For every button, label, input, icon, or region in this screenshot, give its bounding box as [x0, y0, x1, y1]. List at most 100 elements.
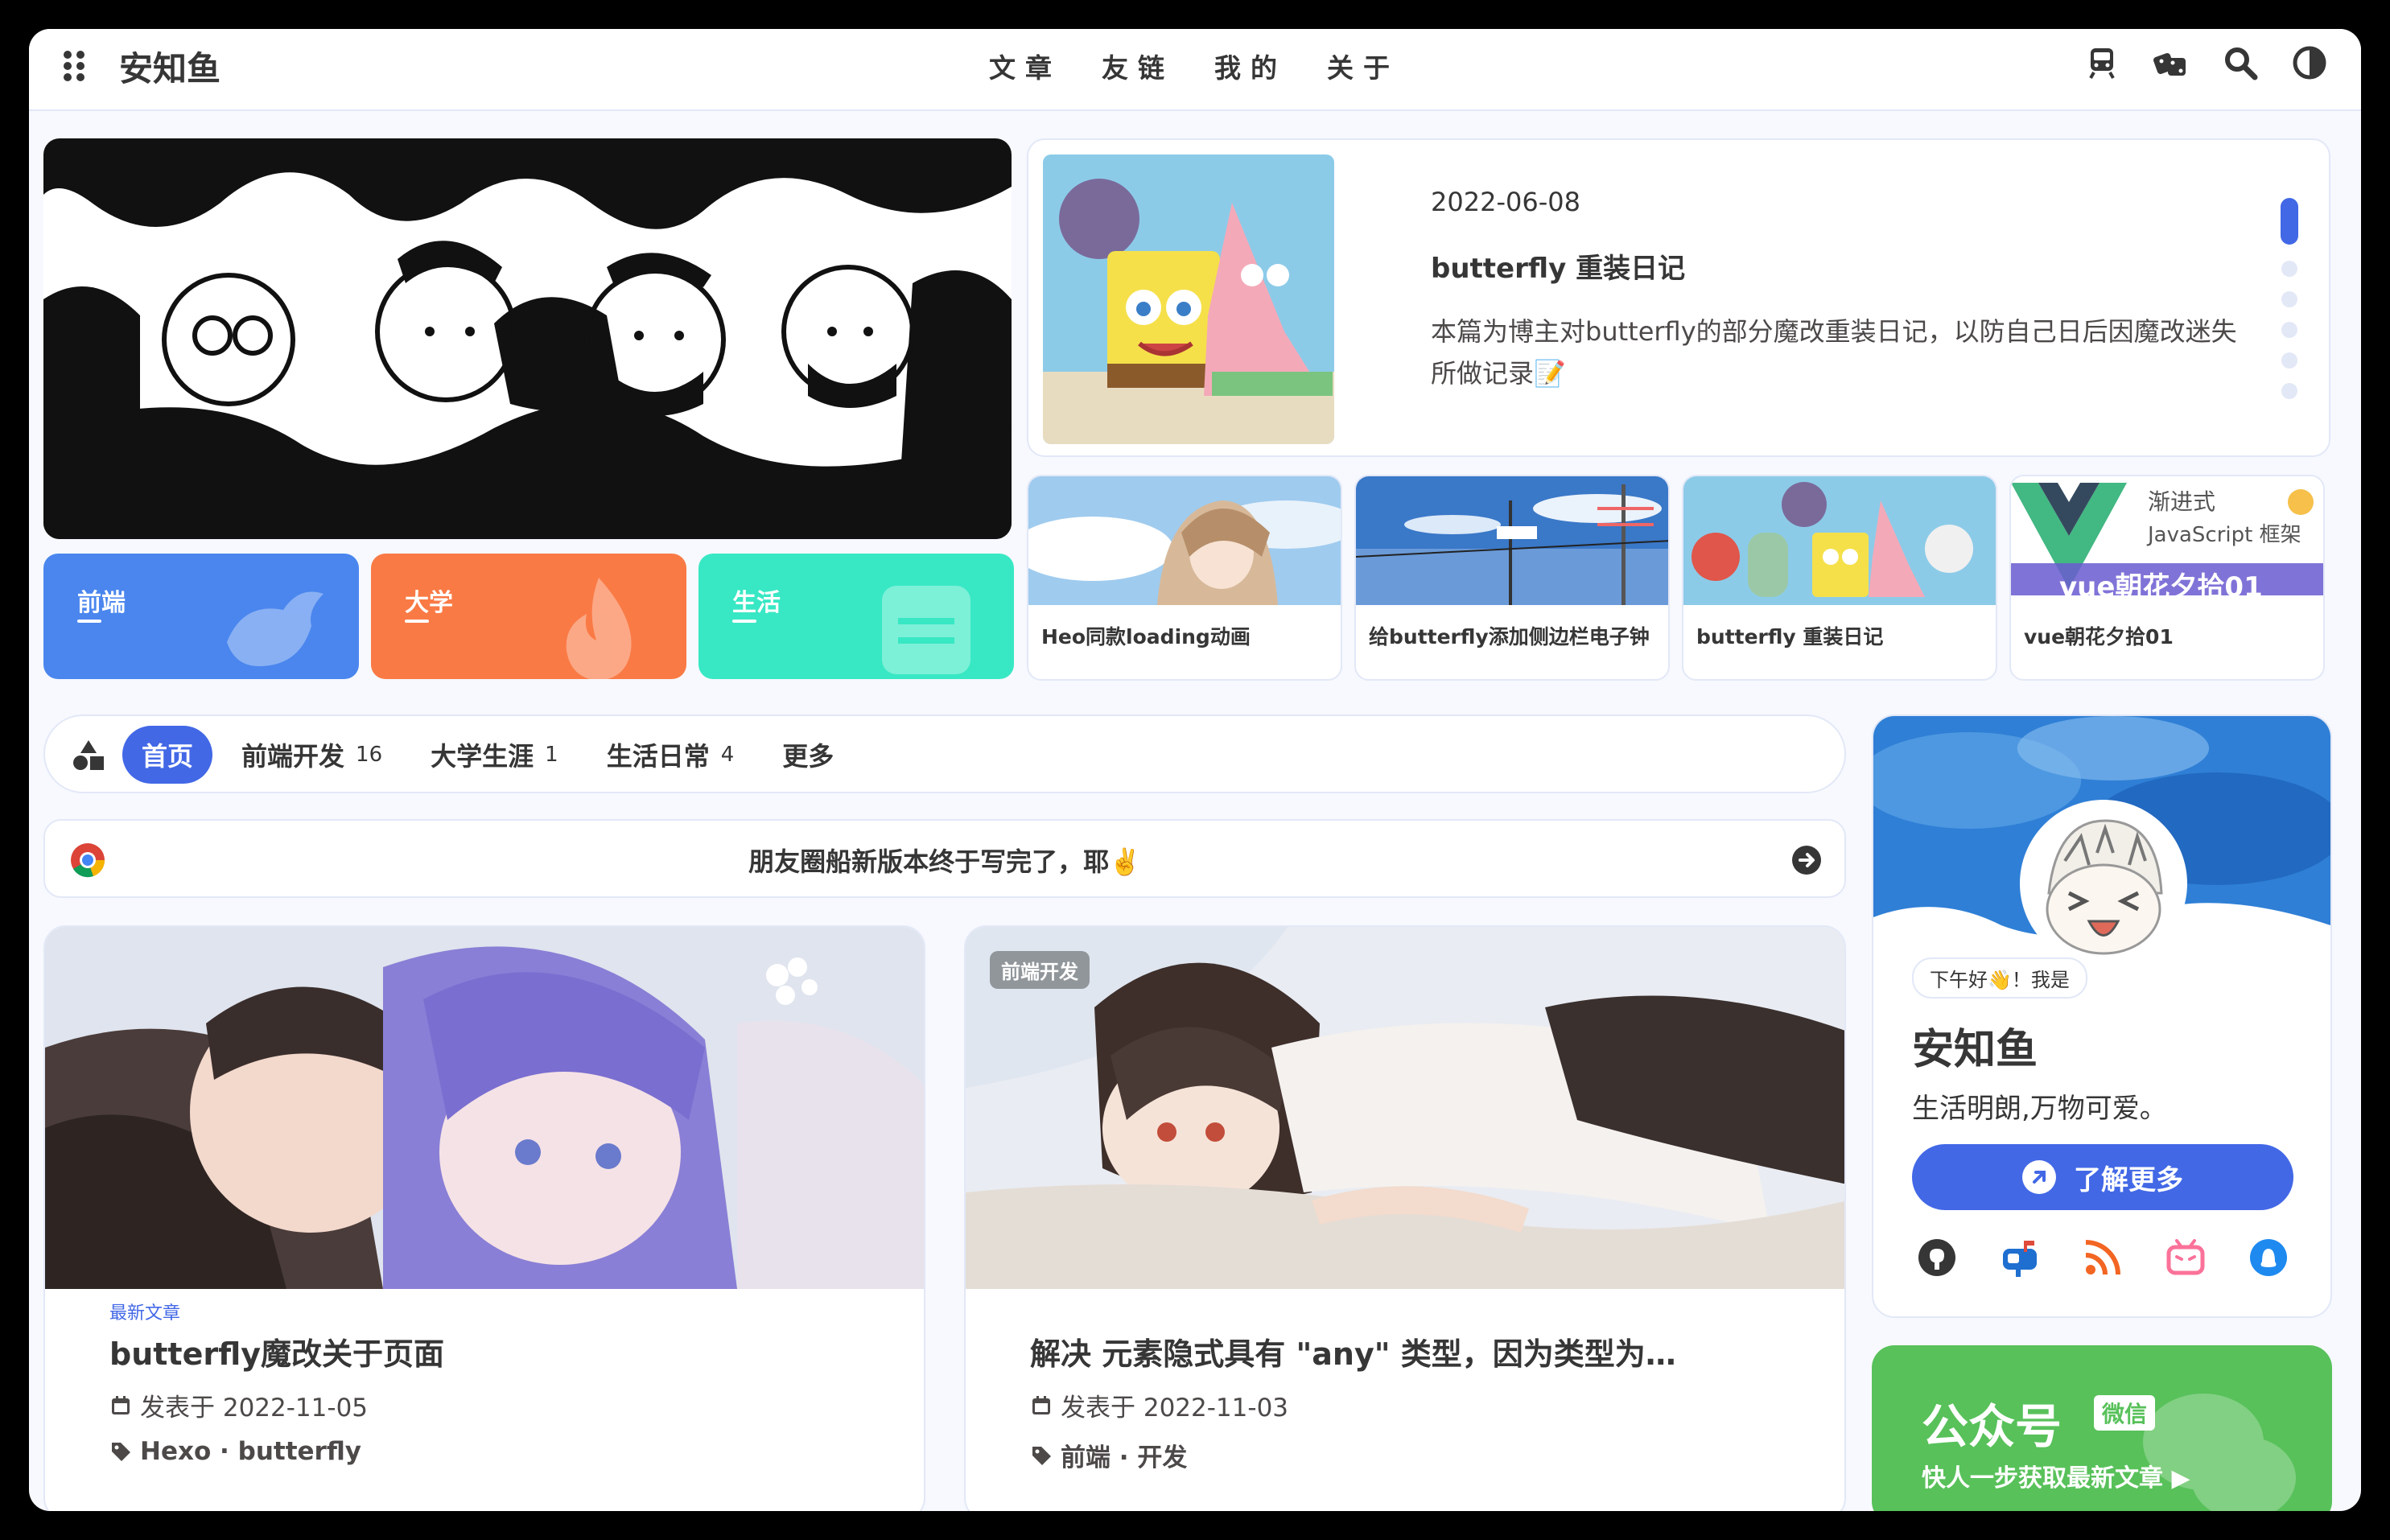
post-label-latest: 最新文章 — [109, 1303, 181, 1324]
recent-post-cover — [1028, 476, 1341, 605]
post-cover[interactable] — [45, 927, 924, 1289]
category-button-life[interactable]: 生活 — [698, 554, 1014, 679]
label-underline — [405, 620, 429, 623]
vue-cover-text-1: 渐进式 — [2148, 488, 2216, 515]
post-title[interactable]: 解决 元素隐式具有 "any" 类型，因为类型为… — [1030, 1329, 1786, 1373]
post-date: 发表于 2022-11-03 — [1030, 1387, 1288, 1423]
qq-icon[interactable] — [2248, 1237, 2289, 1278]
announcement-bar[interactable]: 朋友圈船新版本终于写完了，耶✌️ — [43, 819, 1846, 898]
nav-links: 文章 友链 我的 关于 — [989, 47, 1399, 85]
search-icon[interactable] — [2223, 45, 2258, 80]
nav-link-friends[interactable]: 友链 — [1102, 47, 1174, 85]
bird-icon — [227, 591, 323, 666]
carousel-dot[interactable] — [2281, 322, 2297, 338]
recent-post-title: Heo同款loading动画 — [1041, 625, 1251, 649]
shapes-icon[interactable] — [72, 740, 105, 771]
tab-count: 1 — [545, 743, 558, 767]
dice-icon[interactable] — [2153, 45, 2189, 80]
tab-university[interactable]: 大学生涯 1 — [411, 726, 578, 784]
avatar[interactable] — [2020, 800, 2187, 967]
announcement-text: 朋友圈船新版本终于写完了，耶✌️ — [748, 846, 1141, 877]
nav-link-about[interactable]: 关于 — [1327, 47, 1399, 85]
theme-toggle-icon[interactable] — [2292, 45, 2327, 80]
tab-label: 首页 — [142, 741, 194, 772]
category-button-label: 大学 — [405, 589, 453, 617]
featured-title[interactable]: butterfly 重装日记 — [1431, 246, 1685, 286]
tab-label: 更多 — [782, 741, 834, 772]
site-name[interactable]: 安知鱼 — [119, 42, 220, 91]
category-tabs: 首页 前端开发 16 大学生涯 1 生活日常 4 更多 — [122, 726, 853, 784]
recent-post-title: 给butterfly添加侧边栏电子钟 — [1369, 625, 1650, 649]
tab-label: 生活日常 — [606, 741, 710, 772]
greeting-pill: 下午好👋！我是 — [1912, 957, 2087, 999]
recent-post-card[interactable]: butterfly 重装日记 — [1682, 475, 1997, 681]
recent-post-card[interactable]: Heo同款loading动画 — [1027, 475, 1342, 681]
carousel-pagination — [2281, 198, 2298, 414]
post-cover[interactable]: 前端开发 — [966, 927, 1844, 1289]
nav-link-articles[interactable]: 文章 — [989, 47, 1061, 85]
browser-window: 安知鱼 文章 友链 我的 关于 前端 大学 生活 2022-06-08 butt… — [29, 29, 2361, 1511]
tab-daily-life[interactable]: 生活日常 4 — [587, 726, 754, 784]
label-underline — [77, 620, 101, 623]
featured-carousel[interactable]: 2022-06-08 butterfly 重装日记 本篇为博主对butterfl… — [1027, 138, 2330, 457]
post-card[interactable]: 最新文章 butterfly魔改关于页面 发表于 2022-11-05 Hexo… — [43, 925, 925, 1511]
vue-cover-text-2: JavaScript 框架 — [2148, 523, 2301, 547]
wechat-title: 公众号 — [1922, 1399, 2062, 1454]
featured-date: 2022-06-08 — [1431, 187, 1580, 217]
tab-label: 大学生涯 — [431, 741, 534, 772]
post-tags-text[interactable]: Hexo · butterfly — [140, 1437, 361, 1466]
github-icon[interactable] — [1917, 1237, 1957, 1278]
train-icon[interactable] — [2084, 45, 2120, 80]
navbar: 安知鱼 文章 友链 我的 关于 — [29, 29, 2361, 111]
tab-label: 前端开发 — [241, 741, 345, 772]
recent-post-cover — [1356, 476, 1668, 605]
wechat-badge: 微信 — [2094, 1395, 2156, 1431]
arrow-right-circle-icon[interactable] — [1791, 845, 1822, 875]
rss-icon[interactable] — [2083, 1237, 2123, 1278]
nav-actions — [2084, 45, 2327, 80]
label-underline — [732, 620, 756, 623]
tag-icon — [1032, 1446, 1051, 1465]
carousel-dot[interactable] — [2281, 352, 2297, 369]
learn-more-label: 了解更多 — [2074, 1163, 2183, 1196]
post-card[interactable]: 前端开发 解决 元素隐式具有 "any" 类型，因为类型为… 发表于 2022-… — [964, 925, 1846, 1511]
hero-illustration — [43, 138, 1012, 539]
arrow-up-right-icon — [2022, 1160, 2056, 1194]
tab-more[interactable]: 更多 — [763, 726, 853, 784]
calendar-icon — [112, 1395, 130, 1414]
post-tags-text[interactable]: 前端 · 开发 — [1061, 1437, 1187, 1473]
recent-post-card[interactable]: 渐进式 JavaScript 框架 vue朝花夕拾01 vue朝花夕拾01 — [2009, 475, 2325, 681]
vue-cover-text-3: vue朝花夕拾01 — [2059, 571, 2263, 603]
tag-icon — [112, 1443, 130, 1461]
category-button-frontend[interactable]: 前端 — [43, 554, 359, 679]
category-button-university[interactable]: 大学 — [371, 554, 686, 679]
social-links — [1912, 1237, 2293, 1278]
carousel-dot[interactable] — [2281, 291, 2297, 307]
post-category-badge[interactable]: 前端开发 — [990, 951, 1090, 989]
menu-grid-icon[interactable] — [58, 47, 97, 85]
featured-description: 本篇为博主对butterfly的部分魔改重装日记，以防自己日后因魔改迷失所做记录… — [1431, 316, 2237, 389]
mailbox-icon[interactable] — [2000, 1237, 2040, 1278]
book-icon — [882, 586, 970, 674]
recent-post-card[interactable]: 给butterfly添加侧边栏电子钟 — [1354, 475, 1670, 681]
post-tags: Hexo · butterfly — [109, 1437, 361, 1466]
post-tags: 前端 · 开发 — [1030, 1437, 1187, 1473]
bilibili-icon[interactable] — [2165, 1237, 2206, 1278]
wechat-subtitle: 快人一步获取最新文章 ▶ — [1922, 1464, 2190, 1493]
tab-count: 4 — [720, 743, 735, 767]
carousel-dot-active[interactable] — [2281, 198, 2298, 245]
post-date-text: 发表于 2022-11-05 — [140, 1394, 369, 1423]
wechat-card[interactable]: 公众号 微信 快人一步获取最新文章 ▶ — [1872, 1345, 2332, 1511]
nav-link-mine[interactable]: 我的 — [1214, 47, 1287, 85]
post-title[interactable]: butterfly魔改关于页面 — [109, 1329, 866, 1373]
tab-frontend-dev[interactable]: 前端开发 16 — [222, 726, 402, 784]
carousel-dot[interactable] — [2281, 383, 2297, 399]
author-description: 生活明朗,万物可爱。 — [1912, 1093, 2167, 1125]
tab-count: 16 — [356, 743, 383, 767]
learn-more-button[interactable]: 了解更多 — [1912, 1144, 2293, 1210]
featured-cover[interactable] — [1043, 154, 1334, 444]
calendar-icon — [1032, 1395, 1050, 1414]
author-card: 下午好👋！我是 安知鱼 生活明朗,万物可爱。 了解更多 — [1872, 714, 2332, 1318]
tab-home[interactable]: 首页 — [122, 726, 213, 784]
carousel-dot[interactable] — [2281, 261, 2297, 277]
